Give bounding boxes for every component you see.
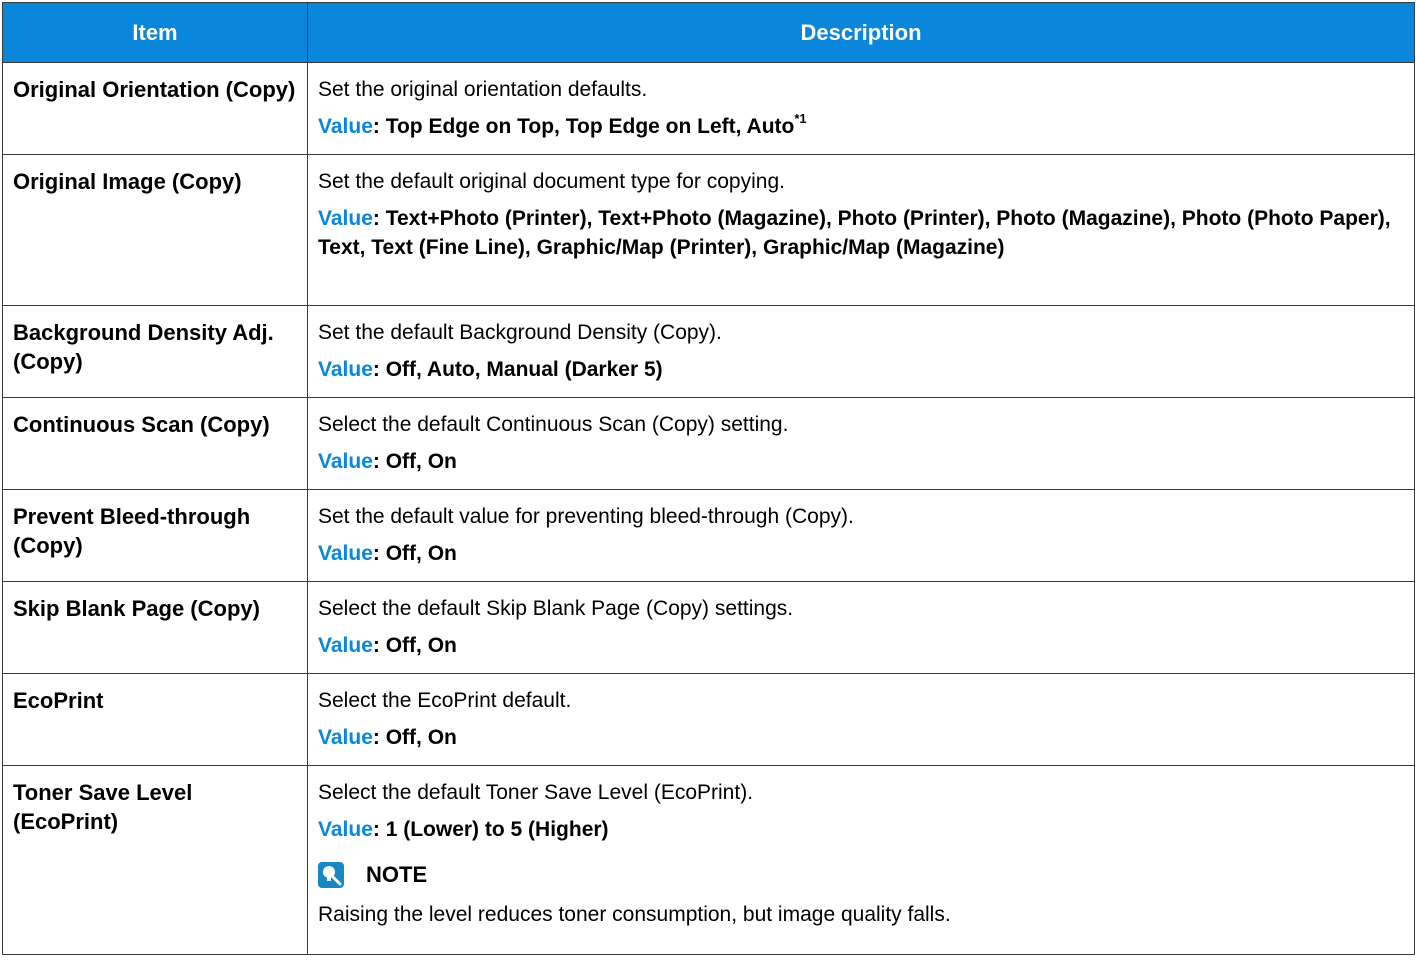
item-cell: Continuous Scan (Copy): [2, 397, 308, 490]
table-row: Background Density Adj. (Copy) Set the d…: [2, 305, 1415, 398]
value-text: : Top Edge on Top, Top Edge on Left, Aut…: [372, 115, 795, 138]
value-line: Value: Off, On: [318, 539, 1404, 568]
table-row: Prevent Bleed-through (Copy) Set the def…: [2, 489, 1415, 582]
table-row: Toner Save Level (EcoPrint) Select the d…: [2, 765, 1415, 955]
value-label: Value: [318, 542, 373, 565]
description-text: Set the default original document type f…: [318, 170, 785, 193]
description-text: Select the default Skip Blank Page (Copy…: [318, 597, 794, 620]
value-text: : Off, Auto, Manual (Darker 5): [372, 358, 663, 381]
item-cell: Original Orientation (Copy): [2, 62, 308, 155]
item-cell: Skip Blank Page (Copy): [2, 581, 308, 674]
value-line: Value: Off, Auto, Manual (Darker 5): [318, 355, 1404, 384]
value-label: Value: [318, 634, 373, 657]
value-label: Value: [318, 450, 373, 473]
value-label: Value: [318, 358, 373, 381]
item-cell: EcoPrint: [2, 673, 308, 766]
note-text: Raising the level reduces toner consumpt…: [318, 903, 951, 926]
settings-table: Item Description Original Orientation (C…: [2, 2, 1415, 955]
item-cell: Prevent Bleed-through (Copy): [2, 489, 308, 582]
value-line: Value: Off, On: [318, 631, 1404, 660]
table-row: Original Image (Copy) Set the default or…: [2, 154, 1415, 306]
value-label: Value: [318, 726, 373, 749]
item-cell: Background Density Adj. (Copy): [2, 305, 308, 398]
description-cell: Select the default Toner Save Level (Eco…: [307, 765, 1415, 955]
value-text: : Off, On: [372, 542, 457, 565]
table-row: EcoPrint Select the EcoPrint default. Va…: [2, 673, 1415, 766]
header-row: Item Description: [2, 2, 1415, 63]
description-cell: Select the default Skip Blank Page (Copy…: [307, 581, 1415, 674]
description-text: Select the default Continuous Scan (Copy…: [318, 413, 789, 436]
description-cell: Set the original orientation defaults. V…: [307, 62, 1415, 155]
footnote-marker: *1: [794, 111, 807, 126]
description-cell: Select the EcoPrint default. Value: Off,…: [307, 673, 1415, 766]
description-cell: Select the default Continuous Scan (Copy…: [307, 397, 1415, 490]
description-text: Select the EcoPrint default.: [318, 689, 572, 712]
description-text: Set the original orientation defaults.: [318, 78, 648, 101]
header-item: Item: [2, 2, 308, 63]
description-text: Set the default Background Density (Copy…: [318, 321, 722, 344]
table-row: Skip Blank Page (Copy) Select the defaul…: [2, 581, 1415, 674]
table-row: Original Orientation (Copy) Set the orig…: [2, 62, 1415, 155]
value-line: Value: 1 (Lower) to 5 (Higher): [318, 815, 1404, 844]
value-label: Value: [318, 818, 373, 841]
value-line: Value: Top Edge on Top, Top Edge on Left…: [318, 112, 1404, 141]
description-text: Set the default value for preventing ble…: [318, 505, 854, 528]
value-text: : 1 (Lower) to 5 (Higher): [372, 818, 609, 841]
table-row: Continuous Scan (Copy) Select the defaul…: [2, 397, 1415, 490]
value-label: Value: [318, 115, 373, 138]
description-cell: Set the default value for preventing ble…: [307, 489, 1415, 582]
note-icon: [318, 862, 344, 888]
value-text: : Off, On: [372, 726, 457, 749]
description-cell: Set the default original document type f…: [307, 154, 1415, 306]
value-line: Value: Off, On: [318, 723, 1404, 752]
value-label: Value: [318, 207, 373, 230]
note-title: NOTE: [366, 862, 428, 887]
value-text: : Text+Photo (Printer), Text+Photo (Maga…: [318, 207, 1391, 259]
note-heading: NOTE: [318, 862, 1404, 888]
description-cell: Set the default Background Density (Copy…: [307, 305, 1415, 398]
value-text: : Off, On: [372, 450, 457, 473]
header-description: Description: [307, 2, 1415, 63]
value-text: : Off, On: [372, 634, 457, 657]
description-text: Select the default Toner Save Level (Eco…: [318, 781, 754, 804]
value-line: Value: Text+Photo (Printer), Text+Photo …: [318, 204, 1404, 262]
item-cell: Toner Save Level (EcoPrint): [2, 765, 308, 955]
item-cell: Original Image (Copy): [2, 154, 308, 306]
value-line: Value: Off, On: [318, 447, 1404, 476]
